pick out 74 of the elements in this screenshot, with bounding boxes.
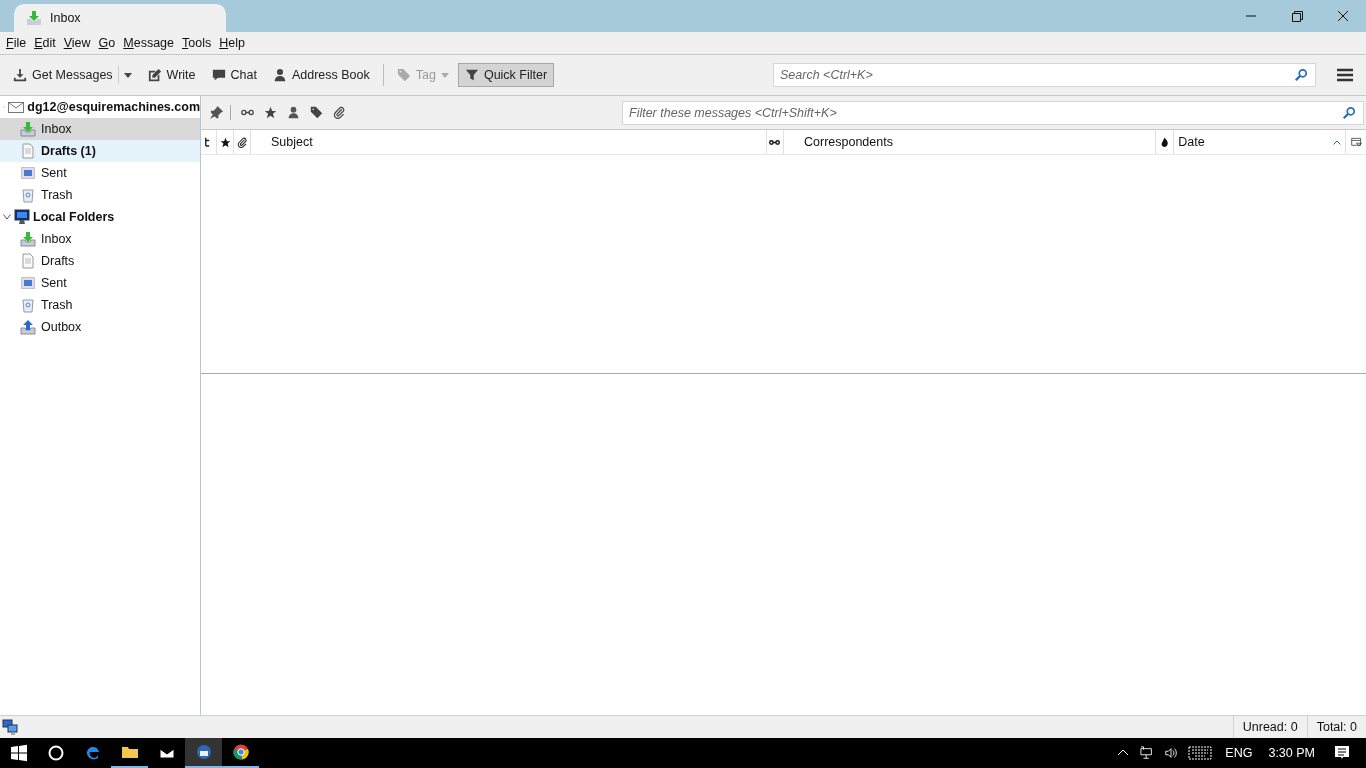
envelope-icon xyxy=(8,99,25,115)
network-icon xyxy=(2,719,18,735)
inbox-icon xyxy=(20,231,36,247)
download-icon xyxy=(13,68,27,82)
column-header[interactable]: Correspondents xyxy=(784,130,1157,154)
toolbar-button[interactable]: Write xyxy=(140,63,203,87)
bubble-icon xyxy=(211,68,226,82)
toolbar-button[interactable]: Chat xyxy=(204,63,264,87)
speaker-icon[interactable] xyxy=(1164,746,1179,760)
menu-item[interactable]: Edit xyxy=(30,36,60,50)
menu-item[interactable]: Message xyxy=(119,36,178,50)
taskbar-button[interactable] xyxy=(185,738,222,768)
monitor-icon xyxy=(14,209,30,225)
network-icon[interactable] xyxy=(1140,746,1155,760)
column-header[interactable]: Subject xyxy=(251,130,767,154)
browser-ball-icon xyxy=(231,743,250,761)
flame-icon[interactable] xyxy=(1159,136,1171,148)
clock[interactable]: 3:30 PM xyxy=(1268,746,1315,760)
get-messages-button[interactable]: Get Messages xyxy=(6,63,139,87)
document-icon xyxy=(20,253,36,269)
funnel-icon xyxy=(464,68,479,82)
sent-icon xyxy=(20,275,36,291)
document-icon xyxy=(20,143,36,159)
toolbar-button[interactable]: Quick Filter xyxy=(457,63,555,87)
account-row[interactable]: Local Folders xyxy=(0,206,200,228)
star-icon[interactable] xyxy=(219,136,231,148)
mail-app-icon xyxy=(194,743,213,761)
folder-item[interactable]: Sent xyxy=(0,272,200,294)
keyboard-icon[interactable] xyxy=(1188,746,1213,760)
star-icon[interactable] xyxy=(264,106,277,119)
outbox-icon xyxy=(20,319,36,335)
paperclip-icon[interactable] xyxy=(333,106,346,119)
inbox-tab[interactable]: Inbox xyxy=(14,4,226,32)
menu-item[interactable]: Help xyxy=(215,36,249,50)
folder-item[interactable]: Inbox xyxy=(0,118,200,140)
folder-item[interactable]: Drafts (1) xyxy=(0,140,200,162)
folder-item[interactable]: Trash xyxy=(0,294,200,316)
folder-item[interactable]: Sent xyxy=(0,162,200,184)
sent-icon xyxy=(20,165,36,181)
search-field[interactable]: Search <Ctrl+K> xyxy=(773,63,1316,87)
tag-icon xyxy=(396,68,411,82)
menu-item[interactable]: View xyxy=(59,36,95,50)
folder-item[interactable]: Trash xyxy=(0,184,200,206)
paperclip-icon[interactable] xyxy=(236,136,248,148)
menu-item[interactable]: Tools xyxy=(178,36,216,50)
folder-item[interactable]: Inbox xyxy=(0,228,200,250)
trash-icon xyxy=(20,187,36,203)
column-header[interactable]: Date xyxy=(1174,130,1346,154)
toolbar-button[interactable]: Address Book xyxy=(265,63,377,87)
search-icon[interactable] xyxy=(1342,105,1356,120)
folder-item[interactable]: Drafts xyxy=(0,250,200,272)
filter-field[interactable]: Filter these messages <Ctrl+Shift+K> xyxy=(622,100,1364,125)
account-row[interactable]: dg12@esquiremachines.com xyxy=(0,96,200,118)
caret-icon xyxy=(123,72,132,78)
menu-item[interactable]: Go xyxy=(94,36,120,50)
language-indicator[interactable]: ENG xyxy=(1225,746,1253,760)
menu-item[interactable]: File xyxy=(2,36,31,50)
inbox-icon xyxy=(26,10,42,26)
menu-icon[interactable] xyxy=(1336,67,1354,83)
tag-icon[interactable] xyxy=(310,106,323,119)
tab-title: Inbox xyxy=(50,11,81,25)
pencil-icon xyxy=(147,68,162,82)
circle-icon xyxy=(46,744,65,762)
person-icon[interactable] xyxy=(287,106,300,119)
search-icon[interactable] xyxy=(1294,68,1308,82)
trash-icon xyxy=(20,297,36,313)
person-icon xyxy=(272,68,287,82)
folder-item[interactable]: Outbox xyxy=(0,316,200,338)
caret-icon xyxy=(440,72,449,78)
pin-icon[interactable] xyxy=(209,105,231,120)
notification-icon[interactable] xyxy=(1334,745,1350,761)
column-picker-icon[interactable] xyxy=(1350,136,1362,148)
windows-logo-icon xyxy=(9,744,28,762)
inbox-icon xyxy=(20,121,36,137)
